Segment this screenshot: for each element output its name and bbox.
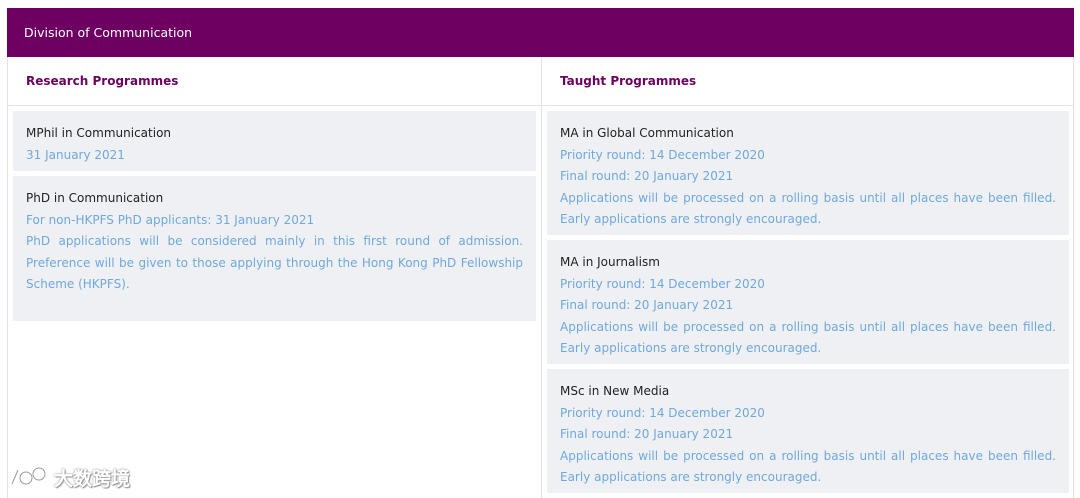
- watermark: 大数跨境: [8, 462, 130, 492]
- programme-deadline: 31 January 2021: [26, 147, 125, 162]
- header-row-divider: [7, 105, 1074, 106]
- programme-card-mphil: MPhil in Communication 31 January 2021: [13, 111, 536, 171]
- programme-name: MA in Global Communication: [560, 126, 734, 140]
- programme-name: MSc in New Media: [560, 384, 670, 398]
- programme-note: Applications will be processed on a roll…: [560, 190, 1056, 227]
- programme-card-ma-global-communication: MA in Global Communication Priority roun…: [547, 111, 1069, 235]
- programme-card-ma-journalism: MA in Journalism Priority round: 14 Dece…: [547, 240, 1069, 364]
- taught-programmes-heading: Taught Programmes: [560, 74, 697, 88]
- programme-name: PhD in Communication: [26, 191, 164, 205]
- programme-card-phd: PhD in Communication For non-HKPFS PhD a…: [13, 176, 536, 321]
- logo-icon: [10, 466, 47, 486]
- final-round: Final round: 20 January 2021: [560, 169, 734, 183]
- research-programmes-heading: Research Programmes: [26, 74, 179, 88]
- programme-note: PhD applications will be considered main…: [26, 234, 523, 291]
- programme-deadline: For non-HKPFS PhD applicants: 31 January…: [26, 212, 315, 227]
- priority-round: Priority round: 14 December 2020: [560, 276, 765, 291]
- programme-note: Applications will be processed on a roll…: [560, 448, 1056, 485]
- programme-name: MPhil in Communication: [26, 126, 172, 140]
- column-divider: [541, 57, 542, 498]
- programme-card-msc-new-media: MSc in New Media Priority round: 14 Dece…: [547, 369, 1069, 493]
- final-round: Final round: 20 January 2021: [560, 427, 734, 441]
- priority-round: Priority round: 14 December 2020: [560, 405, 765, 420]
- division-header: Division of Communication: [7, 8, 1074, 57]
- programme-name: MA in Journalism: [560, 255, 660, 269]
- final-round: Final round: 20 January 2021: [560, 298, 734, 312]
- watermark-text: 大数跨境: [54, 467, 131, 490]
- priority-round: Priority round: 14 December 2020: [560, 147, 765, 162]
- division-title: Division of Communication: [24, 25, 193, 40]
- programme-note: Applications will be processed on a roll…: [560, 319, 1056, 356]
